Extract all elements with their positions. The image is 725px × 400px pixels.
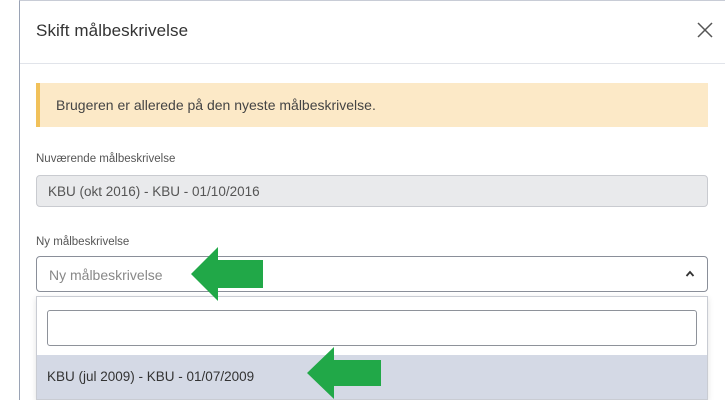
select-placeholder: Ny målbeskrivelse (49, 267, 163, 283)
close-icon (697, 22, 713, 38)
chevron-up-icon (685, 270, 695, 277)
current-description-field: KBU (okt 2016) - KBU - 01/10/2016 (36, 175, 708, 207)
alert-message: Brugeren er allerede på den nyeste målbe… (56, 97, 376, 113)
dialog-title: Skift målbeskrivelse (36, 21, 189, 40)
change-description-dialog: Skift målbeskrivelse Brugeren er allered… (19, 0, 725, 400)
current-description-value: KBU (okt 2016) - KBU - 01/10/2016 (48, 184, 260, 199)
arrow-left-icon (191, 247, 263, 301)
new-description-label: Ny målbeskrivelse (36, 236, 130, 248)
arrow-left-icon (307, 347, 381, 399)
info-alert: Brugeren er allerede på den nyeste målbe… (36, 83, 708, 127)
close-button[interactable] (694, 19, 716, 41)
new-description-select[interactable]: Ny målbeskrivelse (36, 256, 708, 292)
dialog-header: Skift målbeskrivelse (20, 1, 725, 64)
current-description-label: Nuværende målbeskrivelse (36, 153, 176, 165)
dropdown-option-label: KBU (jul 2009) - KBU - 01/07/2009 (47, 369, 255, 384)
dropdown-search-input[interactable] (47, 310, 697, 346)
